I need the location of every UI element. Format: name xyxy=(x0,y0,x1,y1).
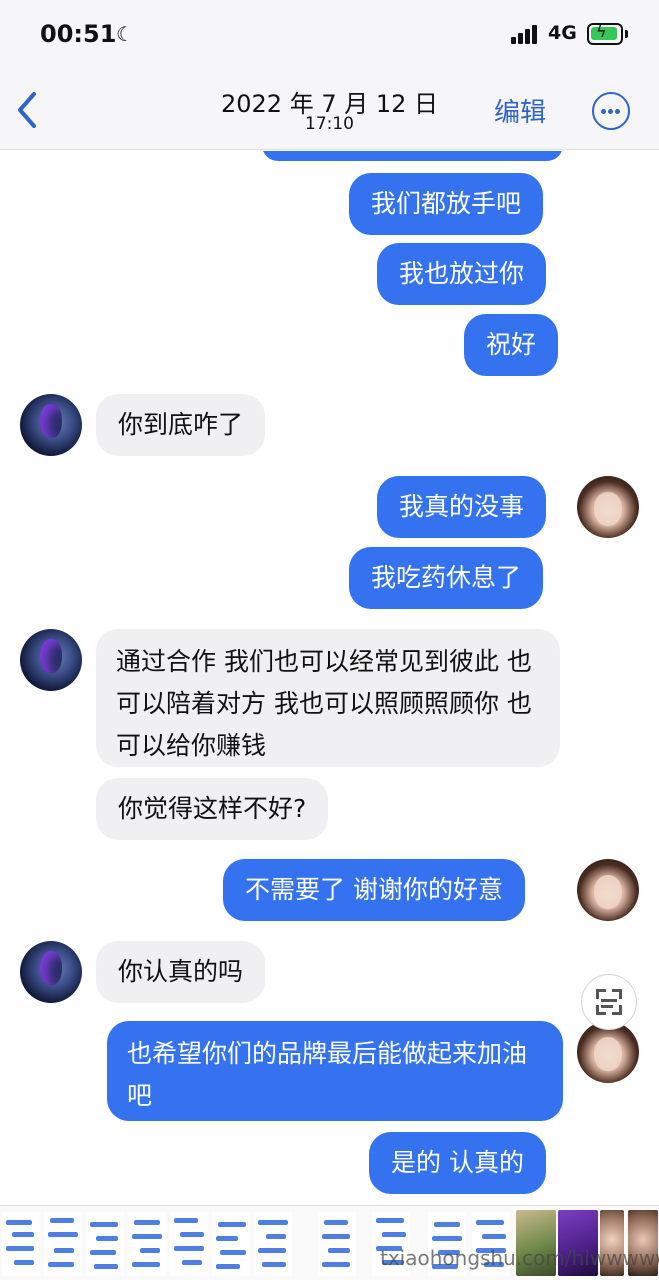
message-bubble[interactable]: 我吃药休息了 xyxy=(349,547,544,609)
message-bubble[interactable]: 你觉得这样不好? xyxy=(96,778,329,840)
moon-icon: ☾ xyxy=(116,22,134,46)
network-type: 4G xyxy=(548,22,577,44)
message-bubble[interactable]: 你到底咋了 xyxy=(96,394,266,456)
message-bubble[interactable]: 我也放过你 xyxy=(377,243,547,305)
thumbnail[interactable] xyxy=(128,1212,166,1276)
thumbnail[interactable] xyxy=(254,1212,292,1276)
thumbnail[interactable] xyxy=(212,1212,250,1276)
thumbnail[interactable] xyxy=(44,1212,82,1276)
conversation-time: 17:10 xyxy=(305,114,354,134)
message-bubble[interactable]: 你认真的吗 xyxy=(96,941,266,1003)
edit-button[interactable]: 编辑 xyxy=(494,92,546,129)
message-bubble[interactable]: 不需要了 谢谢你的好意 xyxy=(223,859,525,921)
thumbnail[interactable] xyxy=(86,1212,124,1276)
message-bubble[interactable]: 我真的没事 xyxy=(377,476,547,538)
message-bubble[interactable]: 也希望你们的品牌最后能做起来加油吧 xyxy=(107,1021,563,1121)
contact-avatar[interactable] xyxy=(20,629,82,691)
contact-avatar[interactable] xyxy=(20,941,82,1003)
thumbnail[interactable] xyxy=(318,1212,356,1276)
watermark: txiaohongshu.com/hlwwwww xyxy=(380,1246,659,1270)
my-avatar[interactable] xyxy=(577,859,639,921)
battery-charging-icon: ϟ xyxy=(587,22,628,45)
message-bubble[interactable]: 我们都放手吧 xyxy=(349,173,544,235)
scan-text-icon[interactable] xyxy=(581,974,637,1030)
message-bubble[interactable]: 是的 认真的 xyxy=(369,1132,546,1194)
contact-avatar[interactable] xyxy=(20,394,82,456)
signal-icon xyxy=(511,24,541,44)
status-time: 00:51 xyxy=(40,20,117,48)
my-avatar[interactable] xyxy=(577,1021,639,1083)
message-bubble[interactable]: 通过合作 我们也可以经常见到彼此 也可以陪着对方 我也可以照顾照顾你 也可以给你… xyxy=(96,629,560,767)
message-list[interactable]: 我们都放手吧 我也放过你 祝好 你到底咋了 我真的没事 我吃药休息了 通过合作 … xyxy=(0,151,659,1201)
status-bar: 00:51 ☾ 4G ϟ xyxy=(0,0,659,70)
cut-off-bubble xyxy=(262,151,563,161)
thumbnail[interactable] xyxy=(2,1212,40,1276)
message-bubble[interactable]: 祝好 xyxy=(464,314,559,376)
more-ellipsis-icon[interactable] xyxy=(592,92,630,130)
my-avatar[interactable] xyxy=(577,476,639,538)
thumbnail[interactable] xyxy=(170,1212,208,1276)
chat-header: 2022 年 7 月 12 日 17:10 编辑 xyxy=(0,70,659,150)
